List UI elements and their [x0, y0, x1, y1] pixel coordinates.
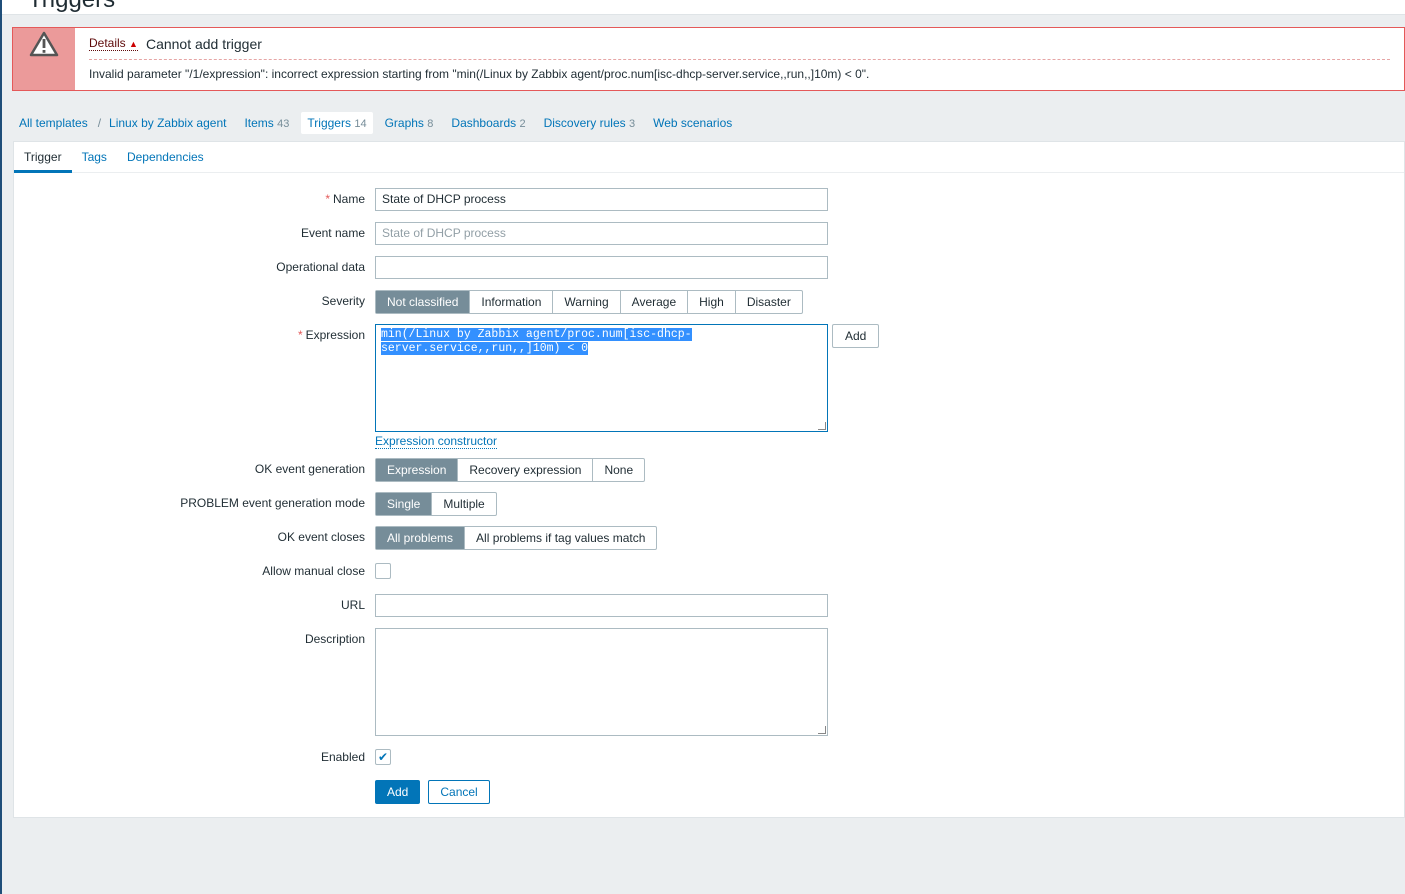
template-navigation: All templates / Linux by Zabbix agent Ite… — [13, 112, 744, 134]
problem-mode-label: PROBLEM event generation mode — [180, 496, 365, 510]
checkmark-icon: ✔ — [377, 750, 389, 764]
severity-warning[interactable]: Warning — [552, 291, 619, 313]
severity-selector: Not classified Information Warning Avera… — [375, 290, 803, 314]
details-toggle[interactable]: Details ▲ — [89, 36, 138, 51]
tab-trigger[interactable]: Trigger — [14, 142, 72, 173]
severity-disaster[interactable]: Disaster — [734, 291, 802, 313]
warning-icon — [13, 28, 75, 90]
operational-data-input[interactable] — [375, 256, 828, 279]
cancel-button[interactable]: Cancel — [428, 780, 490, 804]
expression-label: Expression — [305, 328, 365, 342]
nav-items[interactable]: Items 43 — [238, 112, 295, 134]
expression-constructor-link[interactable]: Expression constructor — [375, 434, 498, 449]
nav-web-scenarios[interactable]: Web scenarios — [647, 112, 738, 134]
error-title: Cannot add trigger — [145, 35, 262, 52]
error-detail: Invalid parameter "/1/expression": incor… — [89, 67, 870, 81]
trigger-form: Trigger Tags Dependencies * Name State of … — [13, 141, 1405, 818]
url-label: URL — [340, 598, 365, 612]
ok-gen-expression[interactable]: Expression — [376, 459, 458, 481]
description-label: Description — [304, 632, 365, 646]
manual-close-label: Allow manual close — [262, 564, 365, 578]
caret-up-icon: ▲ — [129, 39, 138, 49]
add-button[interactable]: Add — [375, 780, 421, 804]
description-textarea[interactable] — [375, 628, 828, 736]
tab-tags[interactable]: Tags — [72, 142, 117, 173]
name-input[interactable]: State of DHCP process — [375, 188, 828, 211]
nav-dashboards[interactable]: Dashboards 2 — [445, 112, 531, 134]
problem-mode-multiple[interactable]: Multiple — [431, 493, 495, 515]
ok-event-closes-label: OK event closes — [277, 530, 365, 544]
url-input[interactable] — [375, 594, 828, 617]
resize-handle[interactable] — [818, 422, 826, 430]
problem-mode-single[interactable]: Single — [376, 493, 432, 515]
sidebar-edge — [0, 0, 2, 894]
ok-gen-recovery-expression[interactable]: Recovery expression — [457, 459, 592, 481]
breadcrumb-separator: / — [97, 116, 102, 130]
ok-closes-tag-match[interactable]: All problems if tag values match — [464, 527, 656, 549]
enabled-label: Enabled — [320, 750, 365, 764]
expression-textarea[interactable]: min(/Linux by Zabbix agent/proc.num[isc-… — [375, 324, 828, 432]
manual-close-checkbox[interactable] — [375, 563, 391, 579]
event-name-input[interactable]: State of DHCP process — [375, 222, 828, 245]
page-header: Triggers — [2, 0, 1405, 15]
event-name-label: Event name — [300, 226, 365, 240]
resize-handle[interactable] — [818, 726, 826, 734]
breadcrumb-all-templates[interactable]: All templates — [13, 112, 94, 134]
nav-triggers[interactable]: Triggers 14 — [301, 112, 373, 134]
expression-add-button[interactable]: Add — [832, 324, 880, 348]
error-message: Details ▲ Cannot add trigger Invalid para… — [12, 27, 1405, 91]
ok-event-generation-label: OK event generation — [254, 462, 365, 476]
severity-average[interactable]: Average — [619, 291, 687, 313]
nav-discovery-rules[interactable]: Discovery rules 3 — [538, 112, 642, 134]
ok-closes-all-problems[interactable]: All problems — [376, 527, 465, 549]
enabled-checkbox[interactable]: ✔ — [375, 749, 391, 765]
name-label: Name — [332, 192, 365, 206]
page-title: Triggers — [28, 0, 115, 14]
breadcrumb-template[interactable]: Linux by Zabbix agent — [103, 112, 232, 134]
ok-gen-none[interactable]: None — [592, 459, 644, 481]
nav-graphs[interactable]: Graphs 8 — [379, 112, 440, 134]
severity-information[interactable]: Information — [469, 291, 552, 313]
severity-not-classified[interactable]: Not classified — [376, 291, 470, 313]
severity-high[interactable]: High — [687, 291, 735, 313]
operational-data-label: Operational data — [276, 260, 365, 274]
severity-label: Severity — [321, 294, 365, 308]
tab-dependencies[interactable]: Dependencies — [117, 142, 214, 173]
